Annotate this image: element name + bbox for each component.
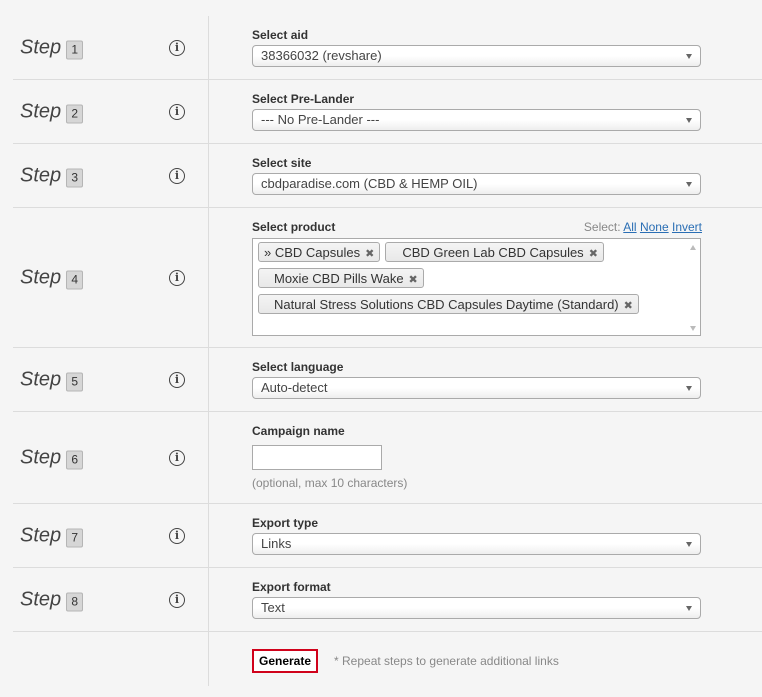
step-number-7: 7 [66,528,84,547]
scroll-down-icon[interactable] [690,326,696,331]
campaign-name-hint: (optional, max 10 characters) [252,476,408,490]
step-title-6: Step 6 [20,446,84,469]
info-icon[interactable]: i [169,449,185,466]
info-icon[interactable]: i [169,39,185,56]
step-number-6: 6 [66,450,84,469]
select-language-label: Select language [252,360,344,374]
info-icon[interactable]: i [169,591,185,608]
step-number-1: 1 [66,40,84,59]
dropdown-arrow-icon [686,606,692,611]
product-chip: » CBD Capsules ✖ [258,242,381,262]
info-icon[interactable]: i [169,103,185,120]
info-icon[interactable]: i [169,527,185,544]
dropdown-arrow-icon [686,542,692,547]
select-aid-label: Select aid [252,28,309,42]
step-number-4: 4 [66,270,84,289]
step-row-2: Step 2 i Select Pre-Lander --- No Pre-Lan… [13,80,762,144]
dropdown-arrow-icon [686,118,692,123]
step-row-7: Step 7 i Export type Links [13,504,762,568]
step-title-2: Step 2 [20,100,84,123]
product-multiselect[interactable]: » CBD Capsules ✖ CBD Green Lab CBD Capsule… [252,238,701,336]
info-icon[interactable]: i [169,269,185,286]
remove-chip-icon[interactable]: ✖ [624,300,633,312]
scroll-up-icon[interactable] [690,245,696,250]
generate-button[interactable]: Generate [252,649,319,673]
select-language-dropdown[interactable]: Auto-detect [252,377,701,399]
step-number-5: 5 [66,372,84,391]
export-format-dropdown[interactable]: Text [252,597,701,619]
remove-chip-icon[interactable]: ✖ [365,248,374,260]
select-aid-dropdown[interactable]: 38366032 (revshare) [252,45,701,67]
step-row-6: Step 6 i Campaign name (optional, max 10 … [13,412,762,504]
dropdown-arrow-icon [686,182,692,187]
select-site-dropdown[interactable]: cbdparadise.com (CBD & HEMP OIL) [252,173,701,195]
remove-chip-icon[interactable]: ✖ [589,248,598,260]
step-number-8: 8 [66,592,84,611]
select-prelander-dropdown[interactable]: --- No Pre-Lander --- [252,109,701,131]
step-number-3: 3 [66,168,84,187]
select-prelander-label: Select Pre-Lander [252,92,355,106]
step-title-8: Step 8 [20,588,84,611]
step-row-8: Step 8 i Export format Text [13,568,762,632]
select-product-label: Select product [252,220,336,234]
step-number-2: 2 [66,104,84,123]
step-row-5: Step 5 i Select language Auto-detect [13,348,762,412]
campaign-name-input[interactable] [252,445,382,470]
select-all-link[interactable]: All [623,220,636,234]
step-title-1: Step 1 [20,36,84,59]
info-icon[interactable]: i [169,371,185,388]
multiselect-scrollbar[interactable] [690,243,697,333]
product-chip: CBD Green Lab CBD Capsules ✖ [385,242,604,262]
select-none-link[interactable]: None [640,220,669,234]
product-chip: Moxie CBD Pills Wake ✖ [258,268,424,288]
remove-chip-icon[interactable]: ✖ [409,274,418,286]
select-site-label: Select site [252,156,312,170]
export-format-label: Export format [252,580,331,594]
step-title-5: Step 5 [20,368,84,391]
select-invert-link[interactable]: Invert [672,220,702,234]
product-chip: Natural Stress Solutions CBD Capsules Da… [258,294,639,314]
export-type-dropdown[interactable]: Links [252,533,701,555]
step-row-3: Step 3 i Select site cbdparadise.com (CBD… [13,144,762,208]
step-title-3: Step 3 [20,164,84,187]
step-row-1: Step 1 i Select aid 38366032 (revshare) [13,16,762,80]
export-type-label: Export type [252,516,319,530]
dropdown-arrow-icon [686,386,692,391]
step-row-4: Step 4 i Select product Select: All None … [13,208,762,348]
select-helpers: Select: All None Invert [583,220,702,234]
generate-hint: * Repeat steps to generate additional li… [334,654,559,668]
step-title-4: Step 4 [20,266,84,289]
dropdown-arrow-icon [686,54,692,59]
info-icon[interactable]: i [169,167,185,184]
step-form: Step 1 i Select aid 38366032 (revshare) S… [13,16,762,686]
step-title-7: Step 7 [20,524,84,547]
generate-row: Generate * Repeat steps to generate addi… [13,632,762,686]
campaign-name-label: Campaign name [252,424,345,438]
